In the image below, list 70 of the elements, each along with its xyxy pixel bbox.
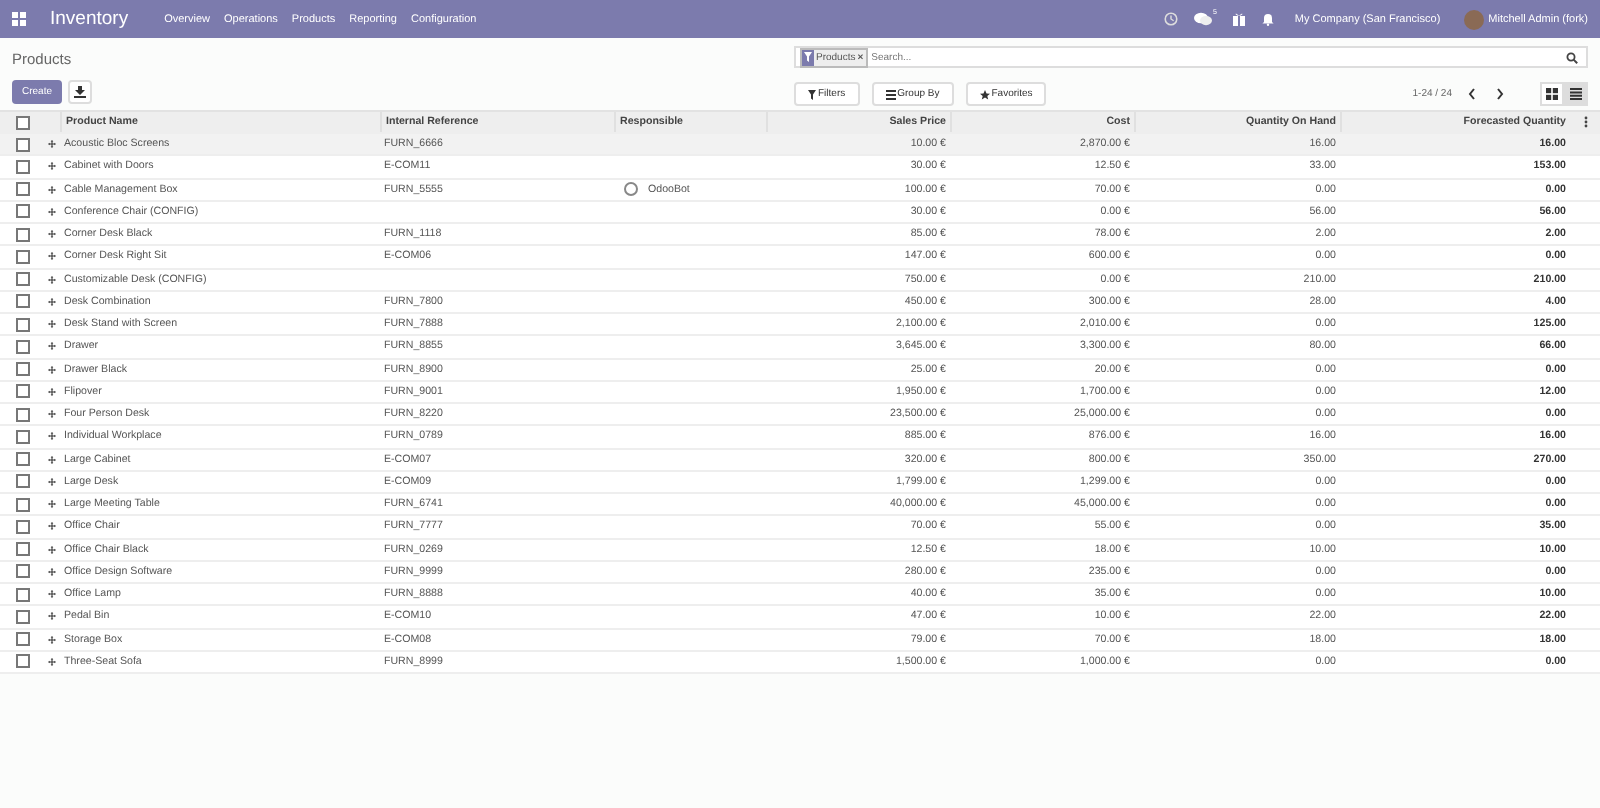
row-checkbox[interactable] bbox=[15, 182, 29, 197]
row-checkbox[interactable] bbox=[15, 204, 29, 219]
bell-icon[interactable] bbox=[1262, 12, 1275, 26]
list-view-button[interactable] bbox=[1564, 82, 1588, 106]
row-checkbox[interactable] bbox=[15, 249, 29, 264]
row-checkbox[interactable] bbox=[15, 474, 29, 489]
drag-handle-icon[interactable] bbox=[48, 340, 56, 353]
row-checkbox[interactable] bbox=[15, 519, 29, 534]
download-icon bbox=[74, 86, 87, 98]
drag-handle-icon[interactable] bbox=[48, 273, 56, 286]
drag-handle-icon[interactable] bbox=[48, 228, 56, 241]
previous-page-button[interactable] bbox=[1464, 86, 1480, 102]
lines-icon bbox=[885, 89, 896, 99]
search-icon[interactable] bbox=[1566, 51, 1578, 63]
drag-handle-icon[interactable] bbox=[48, 295, 56, 308]
next-page-button[interactable] bbox=[1492, 86, 1508, 102]
filter-icon bbox=[808, 89, 816, 99]
drag-handle-icon[interactable] bbox=[48, 183, 56, 196]
kanban-view-button[interactable] bbox=[1540, 82, 1564, 106]
clock-icon[interactable] bbox=[1164, 12, 1179, 26]
drag-handle-icon[interactable] bbox=[48, 498, 56, 511]
row-checkbox[interactable] bbox=[15, 159, 29, 174]
chat-icon[interactable] bbox=[1194, 12, 1213, 26]
row-checkbox[interactable] bbox=[15, 362, 29, 377]
drag-handle-icon[interactable] bbox=[48, 520, 56, 533]
row-checkbox[interactable] bbox=[15, 294, 29, 309]
drag-handle-icon[interactable] bbox=[48, 363, 56, 376]
row-checkbox[interactable] bbox=[15, 429, 29, 444]
row-checkbox[interactable] bbox=[15, 497, 29, 512]
row-checkbox[interactable] bbox=[15, 227, 29, 242]
drag-handle-icon[interactable] bbox=[48, 205, 56, 218]
drag-handle-icon[interactable] bbox=[48, 430, 56, 443]
row-checkbox[interactable] bbox=[15, 587, 29, 602]
row-checkbox[interactable] bbox=[15, 564, 29, 579]
drag-handle-icon[interactable] bbox=[48, 543, 56, 556]
gift-icon[interactable] bbox=[1232, 12, 1247, 26]
app-name[interactable]: Inventory bbox=[50, 8, 129, 30]
row-checkbox[interactable] bbox=[15, 339, 29, 354]
drag-handle-icon[interactable] bbox=[48, 565, 56, 578]
star-icon bbox=[979, 89, 990, 99]
drag-handle-icon[interactable] bbox=[48, 610, 56, 623]
drag-handle-icon[interactable] bbox=[48, 318, 56, 331]
drag-handle-icon[interactable] bbox=[48, 588, 56, 601]
drag-handle-icon[interactable] bbox=[48, 475, 56, 488]
drag-handle-icon[interactable] bbox=[48, 655, 56, 668]
drag-handle-icon[interactable] bbox=[48, 633, 56, 646]
drag-handle-icon[interactable] bbox=[48, 385, 56, 398]
row-checkbox[interactable] bbox=[15, 654, 29, 669]
grid-icon bbox=[1546, 88, 1558, 100]
download-button[interactable] bbox=[68, 80, 93, 104]
row-checkbox[interactable] bbox=[15, 407, 29, 422]
filter-icon bbox=[804, 52, 812, 62]
row-checkbox[interactable] bbox=[15, 317, 29, 332]
drag-handle-icon[interactable] bbox=[48, 408, 56, 421]
row-checkbox[interactable] bbox=[15, 272, 29, 287]
row-checkbox[interactable] bbox=[15, 609, 29, 624]
list-icon bbox=[1570, 88, 1582, 100]
select-all-checkbox[interactable] bbox=[15, 115, 29, 129]
drag-handle-icon[interactable] bbox=[48, 160, 56, 173]
row-checkbox[interactable] bbox=[15, 542, 29, 557]
row-checkbox[interactable] bbox=[15, 632, 29, 647]
user-avatar-icon bbox=[624, 182, 638, 197]
apps-menu-icon[interactable] bbox=[12, 12, 26, 26]
row-checkbox[interactable] bbox=[15, 384, 29, 399]
drag-handle-icon[interactable] bbox=[48, 250, 56, 263]
drag-handle-icon[interactable] bbox=[48, 453, 56, 466]
row-checkbox[interactable] bbox=[15, 452, 29, 467]
avatar-circle bbox=[1464, 9, 1485, 29]
row-checkbox[interactable] bbox=[15, 137, 29, 152]
drag-handle-icon[interactable] bbox=[48, 138, 56, 151]
